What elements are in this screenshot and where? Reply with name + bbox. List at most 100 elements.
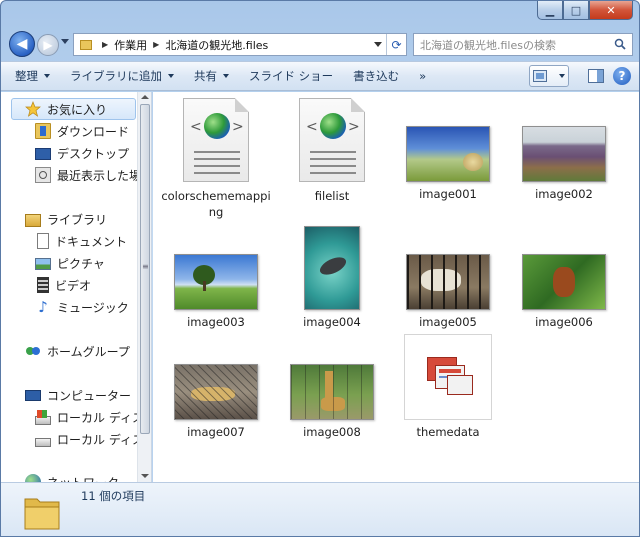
file-item[interactable]: < > filelist	[277, 98, 387, 204]
pictures-icon	[35, 258, 51, 270]
local-disk-icon	[35, 437, 51, 447]
file-item[interactable]: themedata	[393, 334, 503, 440]
nav-local-disk-c[interactable]: ローカル ディスク (C:)	[35, 407, 151, 427]
organize-label: 整理	[15, 69, 38, 83]
chevron-down-icon[interactable]	[559, 74, 565, 78]
nav-homegroup-label: ホームグループ	[47, 344, 130, 359]
forward-arrow-icon: ▶	[43, 38, 53, 52]
nav-favorites[interactable]: お気に入り	[25, 99, 107, 119]
computer-icon	[25, 390, 41, 401]
file-item[interactable]: image003	[161, 224, 271, 330]
nav-documents[interactable]: ドキュメント	[35, 231, 127, 251]
nav-network[interactable]: ネットワーク	[25, 472, 119, 482]
nav-computer[interactable]: コンピューター	[25, 385, 131, 405]
scroll-up-icon[interactable]	[141, 95, 149, 99]
file-item[interactable]: < > colorschememapping	[161, 98, 271, 220]
image-thumbnail	[174, 254, 258, 310]
file-item[interactable]: image001	[393, 98, 503, 202]
breadcrumb-separator-icon[interactable]: ▶	[153, 40, 159, 49]
nav-local-disk-d[interactable]: ローカル ディスク (D:)	[35, 429, 151, 449]
text-lines	[194, 151, 240, 179]
recent-places-icon	[35, 167, 51, 183]
explorer-window: ▁ □ ✕ ◀ ▶ ▶ 作業用 ▶ 北海道の観光地.files ⟳ 北海道の観光…	[0, 0, 640, 537]
more-commands-button[interactable]: »	[419, 69, 426, 83]
close-button[interactable]: ✕	[589, 1, 633, 20]
nav-music-label: ミュージック	[57, 300, 129, 315]
download-folder-icon	[35, 123, 51, 139]
file-item[interactable]: image007	[161, 334, 271, 440]
image-thumbnail	[290, 364, 374, 420]
page-fold	[235, 98, 249, 112]
help-button[interactable]: ?	[611, 65, 633, 87]
search-box[interactable]: 北海道の観光地.filesの検索	[413, 33, 633, 56]
nav-homegroup[interactable]: ホームグループ	[25, 341, 130, 361]
scroll-down-icon[interactable]	[141, 474, 149, 478]
angle-bracket-left: <	[306, 119, 318, 135]
share-menu[interactable]: 共有	[194, 68, 229, 84]
angle-bracket-right: >	[232, 119, 244, 135]
recent-pages-dropdown[interactable]	[61, 39, 69, 44]
nav-recent-places[interactable]: 最近表示した場所	[35, 165, 151, 185]
include-in-library-menu[interactable]: ライブラリに追加	[70, 68, 174, 84]
breadcrumb-current-folder[interactable]: 北海道の観光地.files	[165, 37, 268, 53]
page-fold	[351, 98, 365, 112]
angle-bracket-left: <	[190, 119, 202, 135]
slideshow-label: スライド ショー	[249, 69, 334, 83]
file-item[interactable]: image004	[277, 224, 387, 330]
angle-bracket-right: >	[348, 119, 360, 135]
nav-favorites-label: お気に入り	[47, 102, 108, 117]
nav-music[interactable]: ♪ ミュージック	[35, 297, 129, 317]
nav-videos-label: ビデオ	[55, 278, 92, 293]
xml-document-icon: < >	[183, 98, 249, 182]
nav-desktop-label: デスクトップ	[57, 146, 130, 161]
nav-scrollbar[interactable]: ≡	[137, 92, 151, 482]
network-icon	[25, 474, 41, 482]
file-item[interactable]: image008	[277, 334, 387, 440]
nav-videos[interactable]: ビデオ	[35, 275, 91, 295]
burn-button[interactable]: 書き込む	[353, 68, 399, 84]
change-view-button[interactable]	[529, 65, 569, 87]
folder-icon	[24, 498, 60, 530]
file-name: image005	[419, 315, 477, 329]
image-thumbnail	[406, 126, 490, 182]
address-history-dropdown[interactable]	[374, 42, 382, 47]
search-placeholder[interactable]: 北海道の観光地.filesの検索	[420, 37, 556, 53]
forward-button[interactable]: ▶	[37, 34, 59, 56]
chevron-down-icon	[223, 74, 229, 78]
preview-pane-icon	[588, 69, 604, 83]
refresh-button[interactable]: ⟳	[386, 34, 406, 55]
breadcrumb-work[interactable]: 作業用	[114, 37, 147, 53]
organize-menu[interactable]: 整理	[15, 68, 50, 84]
file-list-view: < > colorschememapping < > filelist imag	[153, 92, 639, 482]
image-thumbnail	[522, 254, 606, 310]
refresh-icon: ⟳	[391, 37, 402, 52]
image-thumbnail	[406, 254, 490, 310]
nav-downloads[interactable]: ダウンロード	[35, 121, 129, 141]
file-item[interactable]: image006	[509, 224, 619, 330]
breadcrumb-separator-icon[interactable]: ▶	[102, 40, 108, 49]
include-in-library-label: ライブラリに追加	[70, 69, 162, 83]
file-name: image004	[303, 315, 361, 329]
minimize-button[interactable]: ▁	[537, 1, 563, 20]
folder-icon	[80, 39, 92, 50]
help-icon: ?	[613, 67, 631, 85]
caption-buttons: ▁ □ ✕	[537, 1, 633, 21]
nav-pictures[interactable]: ピクチャ	[35, 253, 105, 273]
search-icon[interactable]	[614, 38, 626, 50]
address-bar[interactable]: ▶ 作業用 ▶ 北海道の観光地.files ⟳	[73, 33, 407, 56]
preview-pane-button[interactable]	[585, 65, 607, 87]
nav-libraries-label: ライブラリ	[47, 212, 108, 227]
file-name: filelist	[314, 189, 350, 203]
text-lines	[310, 151, 356, 179]
file-name: image003	[187, 315, 245, 329]
file-item[interactable]: image005	[393, 224, 503, 330]
nav-network-label: ネットワーク	[47, 474, 119, 483]
slideshow-button[interactable]: スライド ショー	[249, 68, 333, 84]
nav-libraries[interactable]: ライブラリ	[25, 209, 107, 229]
maximize-button[interactable]: □	[563, 1, 589, 20]
back-button[interactable]: ◀	[9, 31, 35, 57]
view-thumbnail-icon	[533, 70, 547, 82]
chevron-down-icon	[168, 74, 174, 78]
nav-desktop[interactable]: デスクトップ	[35, 143, 129, 163]
file-item[interactable]: image002	[509, 98, 619, 202]
